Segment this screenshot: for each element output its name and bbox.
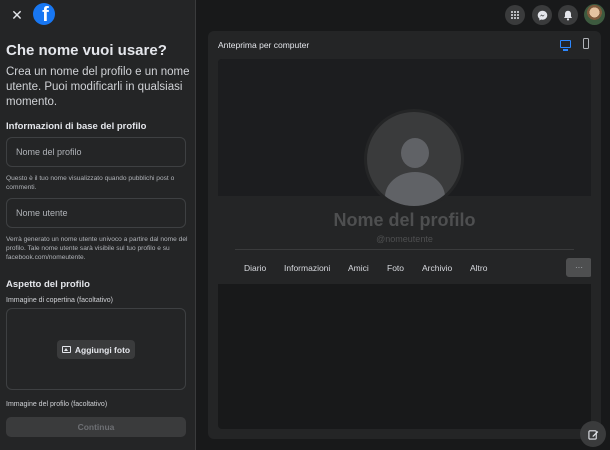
form-subtitle: Crea un nome del profilo e un nome utent… — [6, 66, 190, 108]
add-photo-button[interactable]: Aggiungi foto — [57, 340, 135, 359]
preview-username: @nomeutente — [376, 234, 433, 244]
basic-info-title: Informazioni di base del profilo — [6, 121, 147, 132]
add-photo-label: Aggiungi foto — [74, 344, 131, 355]
preview-more-button: ··· — [566, 258, 591, 277]
avatar-placeholder-head — [401, 138, 429, 168]
edit-icon — [587, 429, 598, 440]
tab-diario: Diario — [244, 263, 267, 273]
profile-name-input[interactable] — [7, 138, 185, 166]
form-topbar: ✕ f — [0, 0, 195, 32]
close-icon: ✕ — [11, 6, 23, 23]
new-message-button[interactable] — [580, 421, 606, 447]
tab-informazioni: Informazioni — [284, 263, 331, 273]
mobile-icon[interactable] — [583, 38, 589, 49]
profile-name-help: Questo è il tuo nome visualizzato quando… — [6, 175, 175, 191]
image-icon — [61, 346, 71, 353]
create-profile-form: ✕ f Che nome vuoi usare? Crea un nome de… — [0, 0, 196, 450]
account-avatar[interactable] — [584, 4, 605, 25]
preview-tabs: Diario Informazioni Amici Foto Archivio … — [244, 263, 500, 273]
username-input[interactable] — [7, 199, 185, 227]
appearance-title: Aspetto del profilo — [6, 279, 90, 290]
preview-divider — [235, 249, 574, 250]
tab-archivio: Archivio — [422, 263, 453, 273]
preview-profile-name: Nome del profilo — [333, 210, 476, 230]
desktop-preview-panel: Anteprima per computer Nome del profilo … — [208, 31, 601, 439]
cover-image-label: Immagine di copertina (facoltativo) — [6, 297, 113, 304]
menu-grid-button[interactable] — [505, 5, 525, 25]
continue-button[interactable]: Continua — [6, 417, 186, 437]
form-title: Che nome vuoi usare? — [6, 42, 167, 59]
avatar-placeholder-body — [385, 172, 445, 206]
messenger-button[interactable] — [532, 5, 552, 25]
profile-preview: Nome del profilo @nomeutente Diario Info… — [218, 59, 591, 429]
tab-foto: Foto — [387, 263, 405, 273]
close-button[interactable]: ✕ — [6, 4, 28, 26]
profile-image-label: Immagine del profilo (facoltativo) — [6, 401, 108, 408]
messenger-icon — [537, 10, 547, 20]
desktop-icon[interactable] — [560, 40, 571, 51]
username-field[interactable] — [6, 198, 186, 228]
profile-name-field[interactable] — [6, 137, 186, 167]
tab-altro: Altro — [470, 263, 488, 273]
tab-amici: Amici — [348, 263, 369, 273]
notifications-bell-icon — [564, 10, 572, 20]
notifications-button[interactable] — [558, 5, 578, 25]
username-help: Verrà generato un nome utente univoco a … — [6, 236, 188, 261]
logo-letter: f — [42, 4, 49, 25]
menu-grid-icon — [510, 10, 520, 20]
preview-profile-picture — [364, 109, 464, 209]
facebook-logo-icon[interactable]: f — [33, 3, 55, 25]
preview-title: Anteprima per computer — [218, 40, 310, 50]
